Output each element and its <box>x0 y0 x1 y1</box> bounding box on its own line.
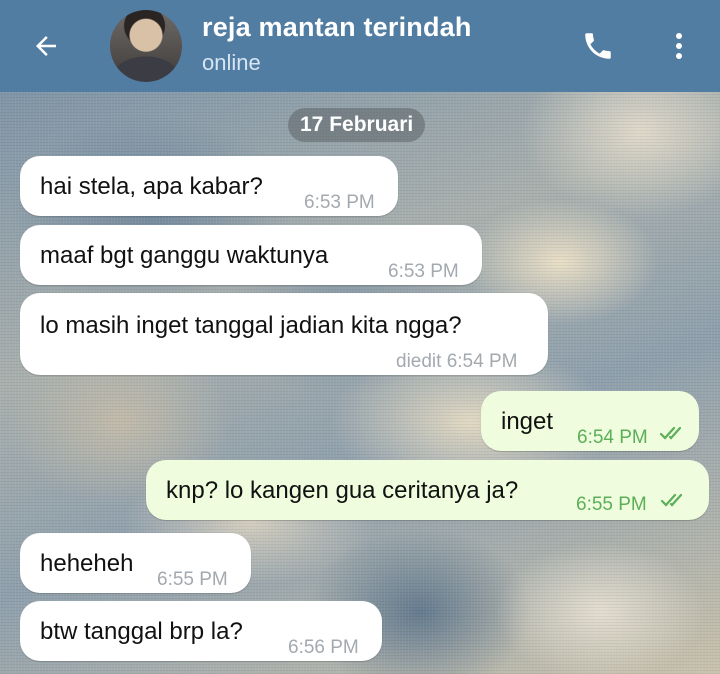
chat-header: reja mantan terindah online <box>0 0 720 92</box>
contact-status: online <box>202 50 261 75</box>
message-time: 6:56 PM <box>288 637 359 658</box>
message-bubble[interactable]: maaf bgt ganggu waktunya 6:53 PM <box>20 225 482 285</box>
message-time: 6:53 PM <box>388 261 459 282</box>
arrow-left-icon <box>36 36 56 56</box>
more-vertical-icon <box>676 33 682 59</box>
phone-icon <box>585 33 611 59</box>
message-time: 6:55 PM <box>576 494 647 515</box>
message-text: lo masih inget tanggal jadian kita ngga? <box>40 312 462 339</box>
message-text: knp? lo kangen gua ceritanya ja? <box>166 477 519 504</box>
message-text: inget <box>501 408 554 435</box>
back-button[interactable] <box>20 24 72 68</box>
message-time: diedit 6:54 PM <box>396 351 518 372</box>
double-check-icon <box>660 493 683 507</box>
message-bubble[interactable]: inget 6:54 PM <box>481 391 699 451</box>
message-text: hai stela, apa kabar? <box>40 173 263 200</box>
message-time: 6:55 PM <box>157 569 228 590</box>
message-bubble[interactable]: lo masih inget tanggal jadian kita ngga?… <box>20 293 548 375</box>
contact-avatar[interactable] <box>110 10 182 82</box>
message-time: 6:54 PM <box>577 427 648 448</box>
date-separator: 17 Februari <box>288 108 426 142</box>
message-text: btw tanggal brp la? <box>40 618 243 645</box>
message-text: heheheh <box>40 550 134 577</box>
message-text: maaf bgt ganggu waktunya <box>40 242 329 269</box>
call-button[interactable] <box>576 24 620 68</box>
message-bubble[interactable]: btw tanggal brp la? 6:56 PM <box>20 601 382 661</box>
more-options-button[interactable] <box>660 24 698 68</box>
contact-name[interactable]: reja mantan terindah <box>202 12 472 43</box>
message-time: 6:53 PM <box>304 192 375 213</box>
double-check-icon <box>659 426 682 440</box>
message-bubble[interactable]: hai stela, apa kabar? 6:53 PM <box>20 156 398 216</box>
message-bubble[interactable]: knp? lo kangen gua ceritanya ja? 6:55 PM <box>146 460 709 520</box>
message-bubble[interactable]: heheheh 6:55 PM <box>20 533 251 593</box>
